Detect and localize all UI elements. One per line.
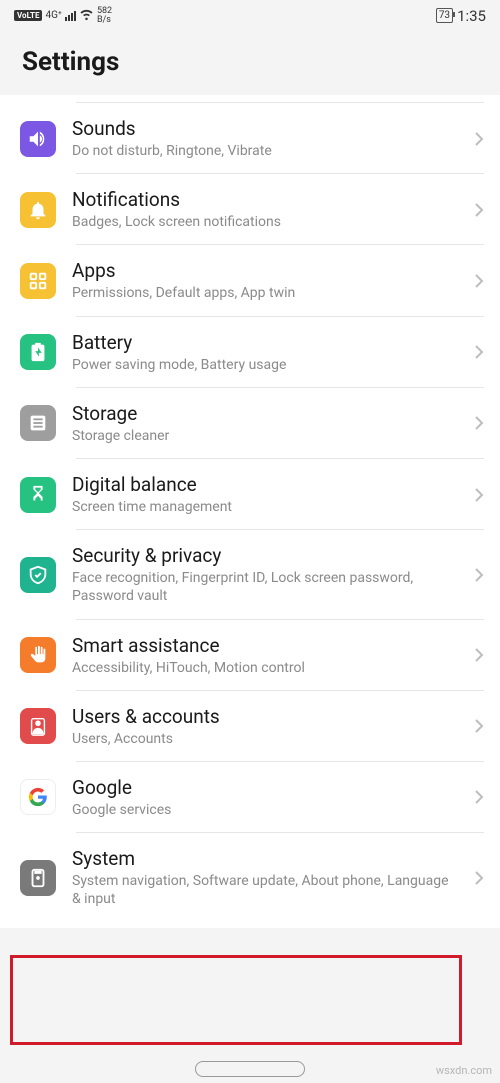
row-subtitle: Face recognition, Fingerprint ID, Lock s… — [72, 569, 458, 605]
chevron-right-icon — [474, 487, 484, 503]
row-title: Storage — [72, 402, 458, 425]
row-subtitle: Google services — [72, 801, 458, 819]
wifi-icon — [79, 6, 94, 25]
settings-item-battery[interactable]: Battery Power saving mode, Battery usage — [0, 317, 500, 388]
row-title: Google — [72, 776, 458, 799]
watermark: wsxdn.com — [436, 1064, 492, 1077]
divider-row — [0, 95, 500, 103]
chevron-right-icon — [474, 789, 484, 805]
row-title: Sounds — [72, 117, 458, 140]
row-text: Storage Storage cleaner — [72, 402, 458, 445]
settings-item-storage[interactable]: Storage Storage cleaner — [0, 388, 500, 459]
google-icon — [20, 779, 56, 815]
row-subtitle: Storage cleaner — [72, 427, 458, 445]
apps-icon — [20, 263, 56, 299]
chevron-right-icon — [474, 202, 484, 218]
row-subtitle: Power saving mode, Battery usage — [72, 356, 458, 374]
row-title: Apps — [72, 259, 458, 282]
signal-icon — [65, 11, 76, 21]
settings-item-users[interactable]: Users & accounts Users, Accounts — [0, 691, 500, 762]
highlight-box — [10, 955, 462, 1045]
row-subtitle: Do not disturb, Ringtone, Vibrate — [72, 142, 458, 160]
status-right: 73 1:35 — [436, 7, 486, 25]
chevron-right-icon — [474, 647, 484, 663]
clock: 1:35 — [457, 7, 486, 25]
row-subtitle: Badges, Lock screen notifications — [72, 213, 458, 231]
sound-icon — [20, 121, 56, 157]
settings-item-smart-assistance[interactable]: Smart assistance Accessibility, HiTouch,… — [0, 620, 500, 691]
row-text: Google Google services — [72, 776, 458, 819]
row-text: Users & accounts Users, Accounts — [72, 705, 458, 748]
row-subtitle: System navigation, Software update, Abou… — [72, 872, 458, 908]
settings-list: Sounds Do not disturb, Ringtone, Vibrate… — [0, 95, 500, 928]
row-text: System System navigation, Software updat… — [72, 847, 458, 908]
hourglass-icon — [20, 477, 56, 513]
volte-badge: VoLTE — [14, 10, 42, 21]
status-left: VoLTE 4G⁺ 582 B/s — [14, 6, 112, 25]
status-bar: VoLTE 4G⁺ 582 B/s 73 1:35 — [0, 0, 500, 29]
row-title: Digital balance — [72, 473, 458, 496]
page-title: Settings — [0, 29, 500, 95]
row-text: Digital balance Screen time management — [72, 473, 458, 516]
chevron-right-icon — [474, 344, 484, 360]
row-subtitle: Users, Accounts — [72, 730, 458, 748]
settings-item-security[interactable]: Security & privacy Face recognition, Fin… — [0, 530, 500, 619]
row-title: System — [72, 847, 458, 870]
row-title: Battery — [72, 331, 458, 354]
settings-item-digital-balance[interactable]: Digital balance Screen time management — [0, 459, 500, 530]
row-subtitle: Permissions, Default apps, App twin — [72, 284, 458, 302]
chevron-right-icon — [474, 718, 484, 734]
row-text: Smart assistance Accessibility, HiTouch,… — [72, 634, 458, 677]
row-title: Notifications — [72, 188, 458, 211]
row-subtitle: Accessibility, HiTouch, Motion control — [72, 659, 458, 677]
settings-item-google[interactable]: Google Google services — [0, 762, 500, 833]
shield-icon — [20, 557, 56, 593]
chevron-right-icon — [474, 131, 484, 147]
storage-icon — [20, 405, 56, 441]
hand-icon — [20, 637, 56, 673]
settings-item-notifications[interactable]: Notifications Badges, Lock screen notifi… — [0, 174, 500, 245]
battery-icon: 73 — [436, 8, 453, 23]
settings-item-system[interactable]: System System navigation, Software updat… — [0, 833, 500, 928]
chevron-right-icon — [474, 273, 484, 289]
chevron-right-icon — [474, 870, 484, 886]
row-subtitle: Screen time management — [72, 498, 458, 516]
row-text: Notifications Badges, Lock screen notifi… — [72, 188, 458, 231]
row-title: Users & accounts — [72, 705, 458, 728]
system-icon — [20, 860, 56, 896]
battery-icon — [20, 334, 56, 370]
row-text: Apps Permissions, Default apps, App twin — [72, 259, 458, 302]
row-text: Security & privacy Face recognition, Fin… — [72, 544, 458, 605]
settings-item-sounds[interactable]: Sounds Do not disturb, Ringtone, Vibrate — [0, 103, 500, 174]
user-icon — [20, 708, 56, 744]
bell-icon — [20, 192, 56, 228]
chevron-right-icon — [474, 415, 484, 431]
network-speed: 582 B/s — [97, 7, 112, 25]
network-type: 4G⁺ — [45, 10, 61, 21]
nav-pill — [195, 1061, 305, 1077]
row-title: Smart assistance — [72, 634, 458, 657]
row-text: Sounds Do not disturb, Ringtone, Vibrate — [72, 117, 458, 160]
chevron-right-icon — [474, 567, 484, 583]
row-text: Battery Power saving mode, Battery usage — [72, 331, 458, 374]
gesture-navigation-bar[interactable] — [0, 1061, 500, 1077]
row-title: Security & privacy — [72, 544, 458, 567]
settings-item-apps[interactable]: Apps Permissions, Default apps, App twin — [0, 245, 500, 316]
